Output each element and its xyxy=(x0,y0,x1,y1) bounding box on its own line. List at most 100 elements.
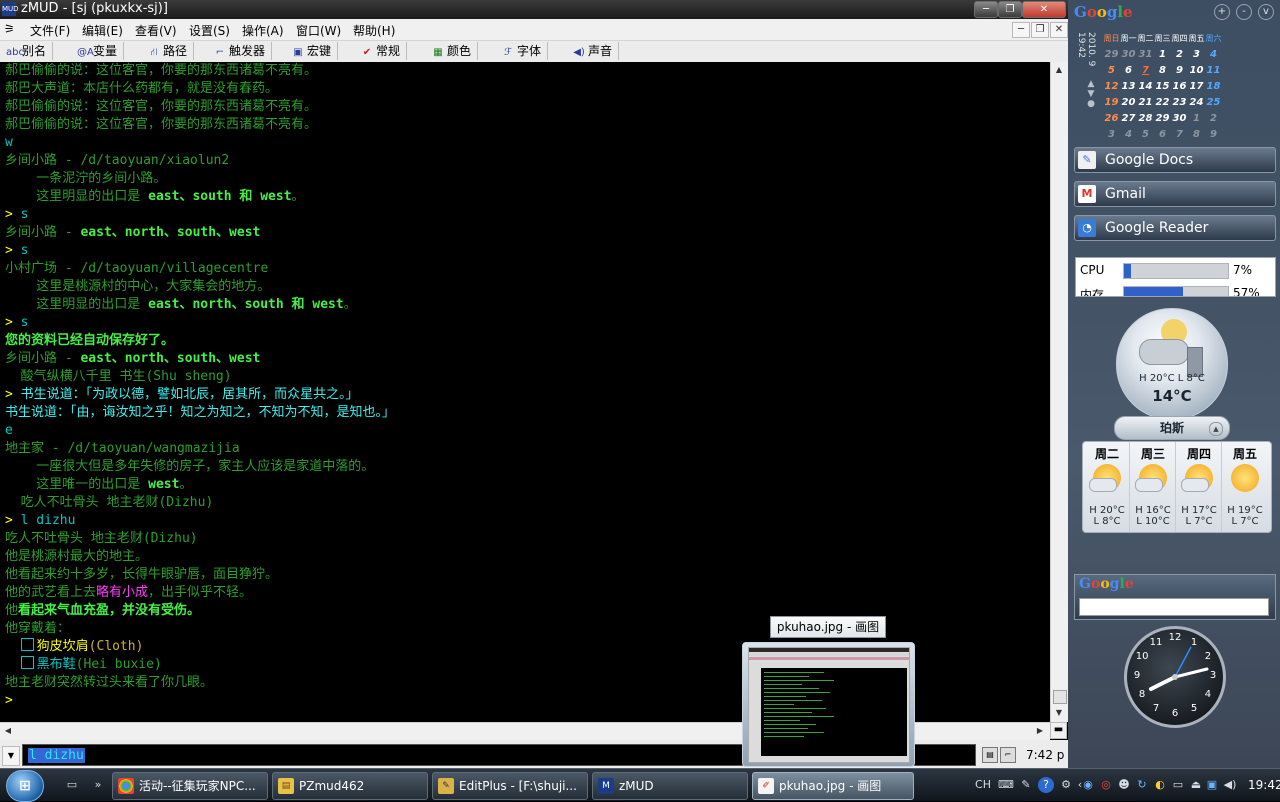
general-button[interactable]: ✔ 常规 xyxy=(360,42,408,60)
taskbar-item-pzmud[interactable]: ▤ PZmud462 xyxy=(272,772,428,800)
mdi-restore-icon[interactable]: ❐ xyxy=(1031,22,1049,38)
taskbar-item-zmud[interactable]: M zMUD xyxy=(592,772,748,800)
menu-system-icon[interactable]: ⚞ xyxy=(4,22,15,36)
calendar-day[interactable]: 14 xyxy=(1137,79,1154,95)
start-button[interactable]: ⊞ xyxy=(6,770,44,802)
calendar-day[interactable]: 15 xyxy=(1154,79,1171,95)
mdi-close-icon[interactable]: ✕ xyxy=(1050,22,1068,38)
calendar-day[interactable]: 7 xyxy=(1137,63,1154,79)
calendar-day[interactable]: 2 xyxy=(1171,47,1188,63)
menu-file[interactable]: 文件(F) xyxy=(30,22,70,39)
menu-settings[interactable]: 设置(S) xyxy=(189,22,230,39)
taskbar-item-chrome[interactable]: 活动--征集玩家NPC... xyxy=(112,772,268,800)
calendar-day[interactable]: 5 xyxy=(1137,127,1154,143)
macro-button[interactable]: ▣ 宏键 xyxy=(291,42,339,60)
taskbar-thumbnail-preview[interactable] xyxy=(742,642,915,767)
google-reader-button[interactable]: ◔ Google Reader xyxy=(1074,215,1276,241)
quicklaunch-more-icon[interactable]: » xyxy=(90,778,106,792)
show-desktop-icon[interactable]: ▭ xyxy=(64,778,80,792)
scroll-down-icon[interactable]: ▼ xyxy=(1051,705,1067,721)
calendar-day[interactable]: 13 xyxy=(1120,79,1137,95)
trigger-status-icon[interactable]: ⌐ xyxy=(1000,747,1016,763)
calendar-day[interactable]: 2 xyxy=(1205,111,1222,127)
scroll-right-icon[interactable]: ▶ xyxy=(1032,723,1048,739)
close-button[interactable]: ✕ xyxy=(1022,1,1066,18)
calendar-day[interactable]: 3 xyxy=(1103,127,1120,143)
calendar-day[interactable]: 9 xyxy=(1171,63,1188,79)
scroll-thumb[interactable] xyxy=(1053,690,1067,704)
calendar-day[interactable]: 12 xyxy=(1103,79,1120,95)
calendar-day[interactable]: 8 xyxy=(1188,127,1205,143)
calendar-day[interactable]: 29 xyxy=(1103,47,1120,63)
menu-view[interactable]: 查看(V) xyxy=(135,22,177,39)
alias-button[interactable]: abc别名 xyxy=(6,42,54,60)
network-globe-icon[interactable]: ◉ xyxy=(1080,777,1096,793)
scroll-left-icon[interactable]: ◀ xyxy=(0,723,16,739)
network-icon[interactable]: ▣ xyxy=(1204,777,1220,793)
taskbar-item-editplus[interactable]: ✎ EditPlus - [F:\shuji... xyxy=(432,772,588,800)
calendar-day[interactable]: 11 xyxy=(1205,63,1222,79)
calendar-day[interactable]: 19 xyxy=(1103,95,1120,111)
volume-icon[interactable]: ◀) xyxy=(1222,777,1238,793)
calendar-day[interactable]: 24 xyxy=(1188,95,1205,111)
sound-button[interactable]: ◀) 声音 xyxy=(572,42,620,60)
menu-help[interactable]: 帮助(H) xyxy=(353,22,395,39)
sidebar-menu-icon[interactable]: v xyxy=(1258,4,1274,20)
menu-edit[interactable]: 编辑(E) xyxy=(82,22,123,39)
title-bar[interactable]: MUD zMUD - [sj (pkuxkx-sj)] ─ ❐ ✕ xyxy=(0,0,1068,19)
calendar-day[interactable]: 28 xyxy=(1137,111,1154,127)
zmud-app-icon[interactable]: MUD xyxy=(2,2,19,16)
variable-button[interactable]: @A变量 xyxy=(77,42,125,60)
calendar-day[interactable]: 1 xyxy=(1154,47,1171,63)
font-button[interactable]: ℱ 字体 xyxy=(501,42,549,60)
google-docs-button[interactable]: ✎ Google Docs xyxy=(1074,147,1276,173)
calendar-day[interactable]: 17 xyxy=(1188,79,1205,95)
calendar-day[interactable]: 4 xyxy=(1205,47,1222,63)
calendar-day[interactable]: 1 xyxy=(1188,111,1205,127)
calendar-nav-icon[interactable]: ▲▼● xyxy=(1086,79,1096,109)
calendar-day[interactable]: 6 xyxy=(1154,127,1171,143)
connection-icon[interactable]: ▤ xyxy=(982,747,998,763)
calendar-day[interactable]: 5 xyxy=(1103,63,1120,79)
calendar-day[interactable]: 16 xyxy=(1171,79,1188,95)
vertical-scrollbar[interactable]: ▲ ▼ xyxy=(1050,62,1068,722)
split-pane-icon[interactable]: ▬ xyxy=(1050,722,1067,739)
monitor-icon[interactable]: ▭ xyxy=(1170,777,1186,793)
minimize-button[interactable]: ─ xyxy=(974,1,998,18)
add-gadget-icon[interactable]: + xyxy=(1214,4,1230,20)
calendar-day[interactable]: 10 xyxy=(1188,63,1205,79)
weather-globe[interactable]: H 20°C L 8°C 14°C xyxy=(1116,308,1228,420)
scroll-up-icon[interactable]: ▲ xyxy=(1051,62,1067,78)
menu-window[interactable]: 窗口(W) xyxy=(296,22,341,39)
calendar-day[interactable]: 4 xyxy=(1120,127,1137,143)
calendar-day[interactable]: 8 xyxy=(1154,63,1171,79)
calendar-day[interactable]: 25 xyxy=(1205,95,1222,111)
calendar-day[interactable]: 27 xyxy=(1120,111,1137,127)
tray-clock[interactable]: 19:42 xyxy=(1248,777,1280,793)
calendar-day[interactable]: 6 xyxy=(1120,63,1137,79)
taskbar-item-paint[interactable]: ✐ pkuhao.jpg - 画图 xyxy=(752,772,914,800)
calendar-day[interactable]: 21 xyxy=(1137,95,1154,111)
ime-icon[interactable]: ✎ xyxy=(1018,777,1034,793)
menu-action[interactable]: 操作(A) xyxy=(242,22,284,39)
trigger-button[interactable]: ⌐ 触发器 xyxy=(213,42,273,60)
weather-city-selector[interactable]: 珀斯 ▲ xyxy=(1114,416,1230,440)
calendar-day[interactable]: 26 xyxy=(1103,111,1120,127)
calendar-day[interactable]: 29 xyxy=(1154,111,1171,127)
calendar-day[interactable]: 30 xyxy=(1171,111,1188,127)
calendar-day[interactable]: 3 xyxy=(1188,47,1205,63)
calendar-day[interactable]: 20 xyxy=(1120,95,1137,111)
calendar-day[interactable]: 9 xyxy=(1205,127,1222,143)
update-icon[interactable]: ↻ xyxy=(1134,777,1150,793)
calendar-day[interactable]: 23 xyxy=(1171,95,1188,111)
color-button[interactable]: ▦ 颜色 xyxy=(431,42,479,60)
path-button[interactable]: ⛙ 路径 xyxy=(147,42,195,60)
google-search-input[interactable] xyxy=(1079,598,1269,616)
help-icon[interactable]: ? xyxy=(1038,777,1054,793)
chevron-up-icon[interactable]: ▲ xyxy=(1209,422,1223,436)
restore-button[interactable]: ❐ xyxy=(998,1,1022,18)
calendar-day[interactable]: 18 xyxy=(1205,79,1222,95)
antivirus-icon[interactable]: ◎ xyxy=(1098,777,1114,793)
minimize-sidebar-icon[interactable]: - xyxy=(1236,4,1252,20)
history-dropdown-icon[interactable]: ▼ xyxy=(2,746,20,766)
